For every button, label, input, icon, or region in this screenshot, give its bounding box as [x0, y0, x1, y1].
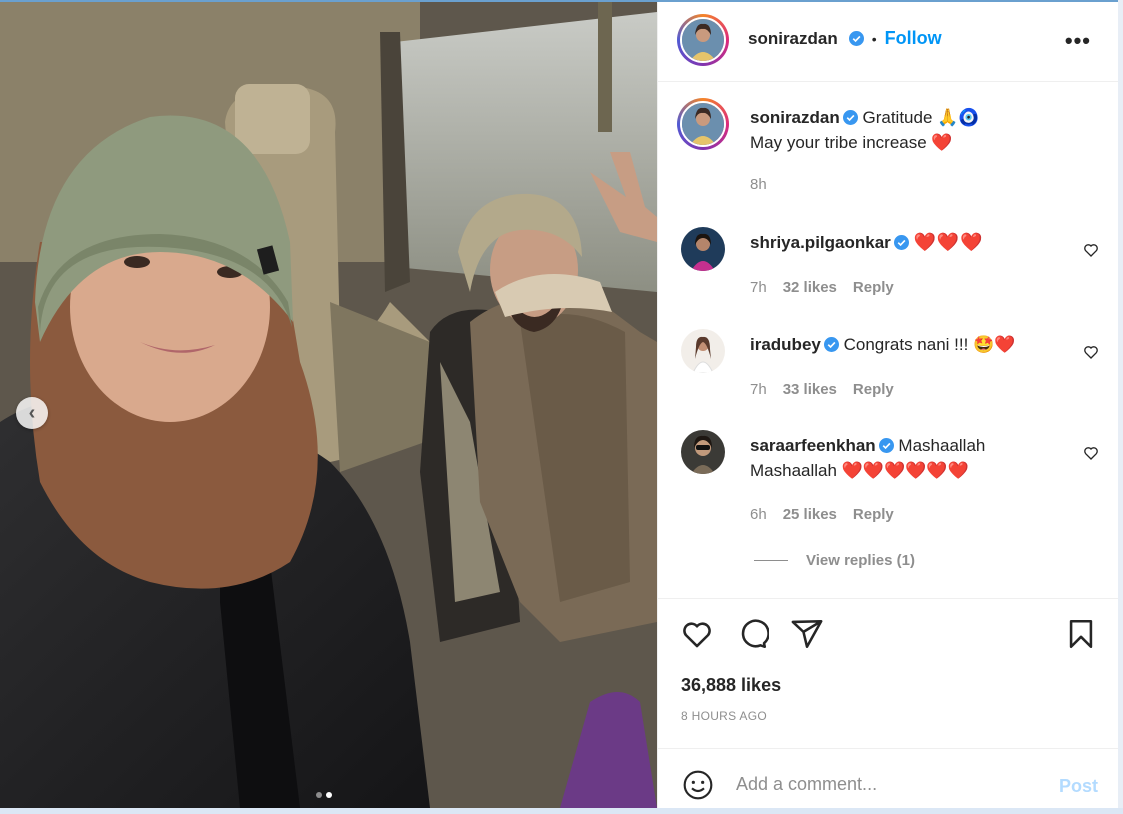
comment-text: shriya.pilgaonkar ❤️❤️❤️ — [750, 230, 1070, 255]
comment-likes[interactable]: 25 likes — [783, 506, 837, 523]
author-avatar-caption[interactable] — [677, 98, 729, 150]
like-heart-icon[interactable] — [680, 617, 714, 651]
header-bullet: • — [871, 30, 877, 47]
post-actions: 36,888 likes 8 HOURS AGO — [658, 598, 1119, 748]
post-header: sonirazdan • Follow ••• — [658, 2, 1119, 82]
add-comment-bar: Post — [658, 748, 1119, 808]
commenter-avatar[interactable] — [681, 430, 725, 474]
chevron-left-icon: ‹ — [28, 401, 36, 424]
like-comment-heart-icon[interactable] — [1083, 445, 1099, 461]
window-bottom-border — [0, 808, 1123, 814]
comment-time: 6h — [750, 506, 767, 523]
comment-body-line-2: Mashaallah ❤️❤️❤️❤️❤️❤️ — [750, 461, 969, 480]
save-bookmark-icon[interactable] — [1064, 617, 1098, 651]
verified-badge-icon — [878, 438, 894, 453]
caption-meta: 8h — [750, 176, 767, 193]
caption-line-2: May your tribe increase ❤️ — [750, 133, 953, 152]
reply-button[interactable]: Reply — [853, 506, 894, 523]
comment-text: saraarfeenkhan Mashaallah Mashaallah ❤️❤… — [750, 433, 1070, 483]
comment-meta: 7h 32 likes Reply — [750, 279, 894, 296]
photo-illustration — [0, 2, 657, 808]
replies-divider-line — [754, 560, 788, 561]
previous-photo-button[interactable]: ‹ — [16, 397, 48, 429]
author-avatar[interactable] — [677, 14, 729, 66]
comment-body: Congrats nani !!! 🤩❤️ — [843, 335, 1016, 354]
carousel-dots — [316, 792, 332, 798]
emoji-smile-icon[interactable] — [682, 769, 714, 801]
comment-body: ❤️❤️❤️ — [913, 232, 984, 252]
like-comment-heart-icon[interactable] — [1083, 344, 1099, 360]
verified-badge-icon — [893, 235, 909, 250]
post-photo[interactable]: ‹ — [0, 2, 657, 808]
view-replies-label: View replies (1) — [806, 552, 915, 569]
verified-badge-icon — [848, 31, 864, 46]
reply-button[interactable]: Reply — [853, 381, 894, 398]
follow-button[interactable]: Follow — [885, 28, 942, 49]
comment-bubble-icon[interactable] — [735, 617, 769, 651]
window-right-border — [1118, 0, 1123, 814]
like-count[interactable]: 36,888 likes — [681, 675, 781, 696]
post-side-panel: sonirazdan • Follow ••• sonirazdan Grati… — [657, 2, 1119, 808]
comment-text: iradubey Congrats nani !!! 🤩❤️ — [750, 332, 1070, 357]
comment-time: 7h — [750, 279, 767, 296]
caption-username[interactable]: sonirazdan — [750, 108, 840, 127]
commenter-avatar[interactable] — [681, 329, 725, 373]
caption-line-1: Gratitude 🙏🧿 — [862, 108, 980, 127]
like-comment-heart-icon[interactable] — [1083, 242, 1099, 258]
comment-input[interactable] — [736, 774, 1036, 795]
carousel-dot-active — [326, 792, 332, 798]
caption-text: sonirazdan Gratitude 🙏🧿 May your tribe i… — [750, 105, 1070, 155]
post-timestamp: 8 HOURS AGO — [681, 709, 767, 723]
comment-time: 7h — [750, 381, 767, 398]
post-comment-button[interactable]: Post — [1059, 776, 1098, 797]
verified-badge-icon — [823, 337, 839, 352]
reply-button[interactable]: Reply — [853, 279, 894, 296]
more-options-icon[interactable]: ••• — [1065, 28, 1091, 54]
comment-username[interactable]: saraarfeenkhan — [750, 436, 876, 455]
comment-likes[interactable]: 32 likes — [783, 279, 837, 296]
comment-username[interactable]: iradubey — [750, 335, 821, 354]
author-username[interactable]: sonirazdan — [748, 29, 838, 49]
caption-time: 8h — [750, 176, 767, 193]
comment-likes[interactable]: 33 likes — [783, 381, 837, 398]
carousel-dot — [316, 792, 322, 798]
comment-body: Mashaallah — [898, 436, 986, 455]
comment-username[interactable]: shriya.pilgaonkar — [750, 233, 891, 252]
verified-badge-icon — [842, 110, 858, 125]
comment-meta: 7h 33 likes Reply — [750, 381, 894, 398]
view-replies-button[interactable]: View replies (1) — [754, 552, 915, 569]
share-send-icon[interactable] — [790, 617, 824, 651]
comment-meta: 6h 25 likes Reply — [750, 506, 894, 523]
commenter-avatar[interactable] — [681, 227, 725, 271]
